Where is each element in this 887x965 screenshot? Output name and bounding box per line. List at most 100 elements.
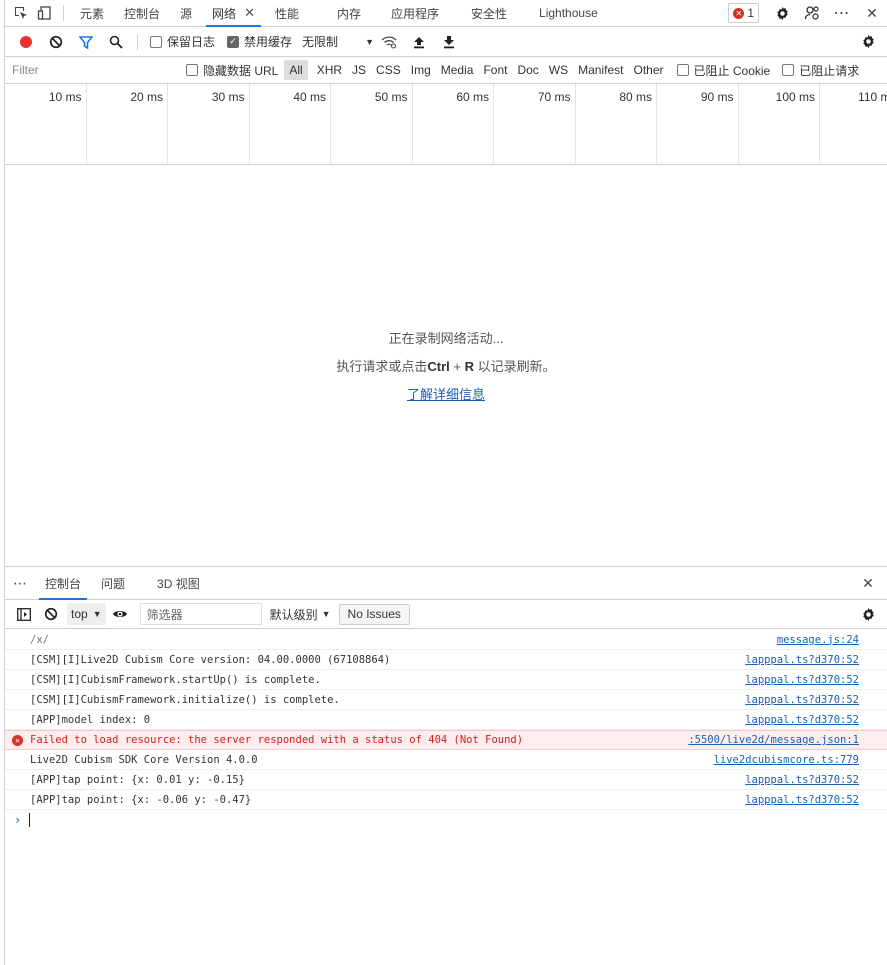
filter-type-other[interactable]: Other [629, 60, 669, 80]
console-source-link[interactable]: message.js:24 [777, 634, 859, 646]
checkbox-unchecked[interactable] [676, 64, 689, 76]
filter-type-img[interactable]: Img [406, 60, 436, 80]
console-log-row[interactable]: [APP]model index: 0 lapppal.ts?d370:52 [5, 710, 887, 730]
console-prompt[interactable]: › [5, 810, 887, 830]
main-tab-bar: 元素 控制台 源 网络 ✕ 性能 内存 应用程序 安全性 Lighthouse … [5, 0, 887, 27]
settings-gear-icon[interactable] [767, 0, 797, 26]
drawer-more-icon[interactable]: ⋯ [11, 567, 35, 599]
filter-type-all[interactable]: All [284, 60, 308, 80]
tab-elements[interactable]: 元素 [70, 0, 114, 26]
checkbox-unchecked[interactable] [150, 35, 162, 48]
tab-console[interactable]: 控制台 [114, 0, 170, 26]
timeline-tick-label: 60 ms [456, 90, 489, 104]
filter-type-ws[interactable]: WS [544, 60, 573, 80]
drawer-tab-issues[interactable]: 问题 [91, 567, 135, 599]
timeline-tick: 40 ms [250, 84, 331, 165]
close-devtools-icon[interactable]: ✕ [857, 0, 887, 26]
inspect-element-icon[interactable] [9, 0, 33, 26]
checkbox-unchecked[interactable] [186, 64, 198, 76]
blocked-requests-checkbox[interactable]: 已阻止请求 [782, 62, 859, 79]
import-har-icon[interactable] [404, 28, 434, 56]
recording-hint-text: 执行请求或点击Ctrl + R 以记录刷新。 [5, 356, 887, 375]
device-toolbar-icon[interactable] [33, 0, 57, 26]
console-source-link[interactable]: lapppal.ts?d370:52 [745, 714, 859, 726]
console-source-link[interactable]: lapppal.ts?d370:52 [745, 674, 859, 686]
blocked-cookies-checkbox[interactable]: 已阻止 Cookie [676, 62, 770, 79]
hide-data-urls-checkbox[interactable]: 隐藏数据 URL [186, 62, 278, 79]
preserve-log-checkbox[interactable]: 保留日志 [150, 33, 215, 50]
devtools-window: 元素 控制台 源 网络 ✕ 性能 内存 应用程序 安全性 Lighthouse … [4, 0, 887, 965]
console-message-text: Failed to load resource: the server resp… [30, 734, 524, 746]
console-message-text: [APP]tap point: {x: 0.01 y: -0.15} [30, 773, 245, 786]
filter-type-media[interactable]: Media [436, 60, 479, 80]
timeline-tick: 60 ms [413, 84, 494, 165]
console-log-row[interactable]: [CSM][I]Live2D Cubism Core version: 04.0… [5, 650, 887, 670]
show-sidebar-icon[interactable] [11, 600, 37, 628]
close-drawer-icon[interactable]: ✕ [853, 570, 883, 596]
network-conditions-icon[interactable] [374, 28, 404, 56]
export-har-icon[interactable] [434, 28, 464, 56]
tab-label: 性能 [274, 6, 299, 21]
timeline-tick: 20 ms [87, 84, 168, 165]
tab-application[interactable]: 应用程序 [371, 0, 449, 26]
console-log-row[interactable]: [APP]tap point: {x: -0.06 y: -0.47} lappp… [5, 790, 887, 810]
console-error-row[interactable]: ✕ Failed to load resource: the server res… [5, 730, 887, 750]
tab-memory[interactable]: 内存 [309, 0, 371, 26]
clear-console-icon[interactable] [37, 600, 65, 628]
search-icon[interactable] [101, 28, 131, 56]
request-list-empty-state: 正在录制网络活动... 执行请求或点击Ctrl + R 以记录刷新。 了解详细信… [5, 165, 887, 567]
timeline-tick: 10 ms [5, 84, 87, 165]
console-settings-gear-icon[interactable] [853, 600, 883, 628]
tab-performance[interactable]: 性能 [265, 0, 309, 26]
tab-label: 网络 [212, 6, 237, 21]
console-log-row[interactable]: /x/message.js:24 [5, 630, 887, 650]
hint-suffix: 以记录刷新。 [477, 359, 556, 374]
drawer-close: ✕ [853, 570, 887, 596]
checkbox-checked[interactable]: ✓ [227, 35, 240, 48]
error-count-badge[interactable]: ✕ 1 [728, 3, 759, 23]
context-selector[interactable]: top ▼ [67, 603, 106, 625]
disable-cache-checkbox[interactable]: ✓ 禁用缓存 [227, 33, 292, 50]
tab-network[interactable]: 网络 ✕ [202, 0, 265, 27]
record-button[interactable] [11, 28, 41, 56]
console-source-link[interactable]: lapppal.ts?d370:52 [745, 794, 859, 806]
learn-more-link[interactable]: 了解详细信息 [407, 387, 485, 402]
filter-input[interactable]: Filter [12, 63, 182, 77]
clear-icon[interactable] [41, 28, 71, 56]
feedback-icon[interactable] [797, 0, 827, 26]
more-options-icon[interactable]: ⋯ [827, 0, 857, 26]
filter-type-font[interactable]: Font [478, 60, 512, 80]
filter-icon[interactable] [71, 28, 101, 56]
filter-type-xhr[interactable]: XHR [312, 60, 347, 80]
filter-type-css[interactable]: CSS [371, 60, 406, 80]
network-timeline-overview[interactable]: 10 ms 20 ms 30 ms 40 ms 50 ms 60 ms 70 ms 80 ms… [5, 84, 887, 165]
console-log-row[interactable]: [CSM][I]CubismFramework.initialize() is … [5, 690, 887, 710]
console-source-link[interactable]: lapppal.ts?d370:52 [745, 774, 859, 786]
network-filter-bar: Filter 隐藏数据 URL All XHR JS CSS Img Media… [5, 57, 887, 84]
tab-sources[interactable]: 源 [170, 0, 202, 26]
console-log-row[interactable]: [APP]tap point: {x: 0.01 y: -0.15} lapppa… [5, 770, 887, 790]
drawer-tab-3d-view[interactable]: 3D 视图 [135, 567, 210, 599]
console-source-link[interactable]: lapppal.ts?d370:52 [745, 694, 859, 706]
tab-lighthouse[interactable]: Lighthouse [517, 0, 608, 26]
console-source-link[interactable]: lapppal.ts?d370:52 [745, 654, 859, 666]
filter-type-js[interactable]: JS [347, 60, 371, 80]
issues-button[interactable]: No Issues [338, 603, 410, 625]
close-tab-icon[interactable]: ✕ [244, 5, 255, 21]
console-message-text: [CSM][I]CubismFramework.startUp() is com… [30, 673, 321, 686]
live-expression-eye-icon[interactable] [106, 600, 134, 628]
tab-security[interactable]: 安全性 [449, 0, 517, 26]
filter-type-doc[interactable]: Doc [512, 60, 543, 80]
filter-type-manifest[interactable]: Manifest [573, 60, 628, 80]
checkbox-unchecked[interactable] [782, 64, 795, 76]
drawer-tab-console[interactable]: 控制台 [35, 567, 91, 600]
console-filter-input[interactable]: 筛选器 [139, 603, 262, 625]
timeline-tick-label: 80 ms [619, 90, 652, 104]
console-log-row[interactable]: Live2D Cubism SDK Core Version 4.0.0 live… [5, 750, 887, 770]
console-log-row[interactable]: [CSM][I]CubismFramework.startUp() is com… [5, 670, 887, 690]
log-levels-dropdown[interactable]: 默认级别 ▼ [270, 606, 331, 623]
network-settings-gear-icon[interactable] [853, 28, 883, 56]
console-source-link[interactable]: live2dcubismcore.ts:779 [714, 754, 859, 766]
throttle-select[interactable]: 无限制 ▼ [302, 33, 374, 50]
console-source-link[interactable]: :5500/live2d/message.json:1 [688, 734, 859, 746]
